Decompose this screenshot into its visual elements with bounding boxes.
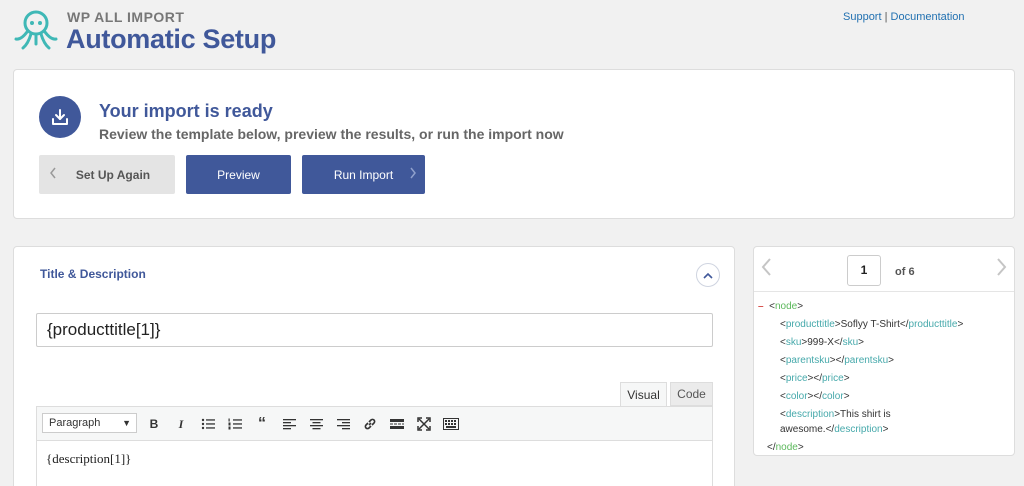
link-icon[interactable] <box>361 415 379 433</box>
xml-element[interactable]: <color></color> <box>780 391 850 402</box>
align-right-icon[interactable] <box>334 415 352 433</box>
link-separator: | <box>884 11 888 23</box>
xml-viewer-panel: 1 of 6 – <node> <producttitle>Soflyy T-S… <box>753 246 1015 456</box>
numbered-list-icon[interactable] <box>226 415 244 433</box>
chevron-right-icon <box>409 167 417 182</box>
xml-element[interactable]: <parentsku></parentsku> <box>780 355 894 366</box>
toolbar-toggle-icon[interactable] <box>442 415 460 433</box>
preview-label: Preview <box>217 167 260 182</box>
xml-element[interactable]: <price></price> <box>780 373 850 384</box>
xml-node-close[interactable]: </node> <box>767 442 804 453</box>
format-select[interactable]: Paragraph ▼ <box>42 413 137 433</box>
set-up-again-label: Set Up Again <box>75 167 151 182</box>
page-total: of 6 <box>895 266 915 278</box>
align-center-icon[interactable] <box>307 415 325 433</box>
octopus-logo-icon <box>12 6 60 54</box>
fullscreen-icon[interactable] <box>415 415 433 433</box>
description-editor: Paragraph ▼ B I “ {description[1]} <box>36 406 713 486</box>
bold-icon[interactable]: B <box>145 415 163 433</box>
align-left-icon[interactable] <box>280 415 298 433</box>
chevron-right-icon[interactable] <box>996 257 1008 282</box>
ready-subtitle: Review the template below, preview the r… <box>99 126 564 142</box>
brand-name: WP ALL IMPORT <box>67 9 185 25</box>
editor-toolbar: Paragraph ▼ B I “ <box>37 407 712 441</box>
download-icon <box>39 96 81 138</box>
documentation-link[interactable]: Documentation <box>891 11 965 23</box>
title-description-panel: Title & Description {producttitle[1]} Vi… <box>13 246 735 486</box>
chevron-left-icon[interactable] <box>760 257 772 282</box>
page-number-input[interactable]: 1 <box>847 255 881 286</box>
xml-element-continued[interactable]: awesome.</description> <box>780 424 888 435</box>
blockquote-icon[interactable]: “ <box>253 415 271 433</box>
read-more-icon[interactable] <box>388 415 406 433</box>
collapse-marker[interactable]: – <box>758 301 764 312</box>
xml-element[interactable]: <sku>999-X</sku> <box>780 337 864 348</box>
tab-visual[interactable]: Visual <box>620 382 667 406</box>
format-select-value: Paragraph <box>49 417 101 429</box>
caret-down-icon: ▼ <box>122 418 131 428</box>
italic-icon[interactable]: I <box>172 415 190 433</box>
title-input[interactable]: {producttitle[1]} <box>36 313 713 347</box>
xml-element[interactable]: <description>This shirt is <box>780 409 891 420</box>
xml-element[interactable]: <producttitle>Soflyy T-Shirt</producttit… <box>780 319 963 330</box>
section-heading: Title & Description <box>40 267 146 281</box>
run-import-button[interactable]: Run Import <box>302 155 425 194</box>
record-navigation: 1 of 6 <box>754 247 1014 292</box>
ready-title: Your import is ready <box>99 101 273 121</box>
top-links: Support | Documentation <box>843 11 965 23</box>
chevron-up-icon <box>703 266 713 284</box>
editor-content[interactable]: {description[1]} <box>37 441 712 477</box>
preview-button[interactable]: Preview <box>186 155 291 194</box>
import-ready-panel: Your import is ready Review the template… <box>13 69 1015 219</box>
page-title: Automatic Setup <box>66 24 277 54</box>
xml-node-open[interactable]: – <node> <box>758 301 803 312</box>
collapse-button[interactable] <box>696 263 720 287</box>
bulleted-list-icon[interactable] <box>199 415 217 433</box>
run-import-label: Run Import <box>333 167 394 182</box>
tab-code[interactable]: Code <box>670 382 713 406</box>
set-up-again-button[interactable]: Set Up Again <box>39 155 175 194</box>
support-link[interactable]: Support <box>843 11 882 23</box>
chevron-left-icon <box>49 167 57 182</box>
